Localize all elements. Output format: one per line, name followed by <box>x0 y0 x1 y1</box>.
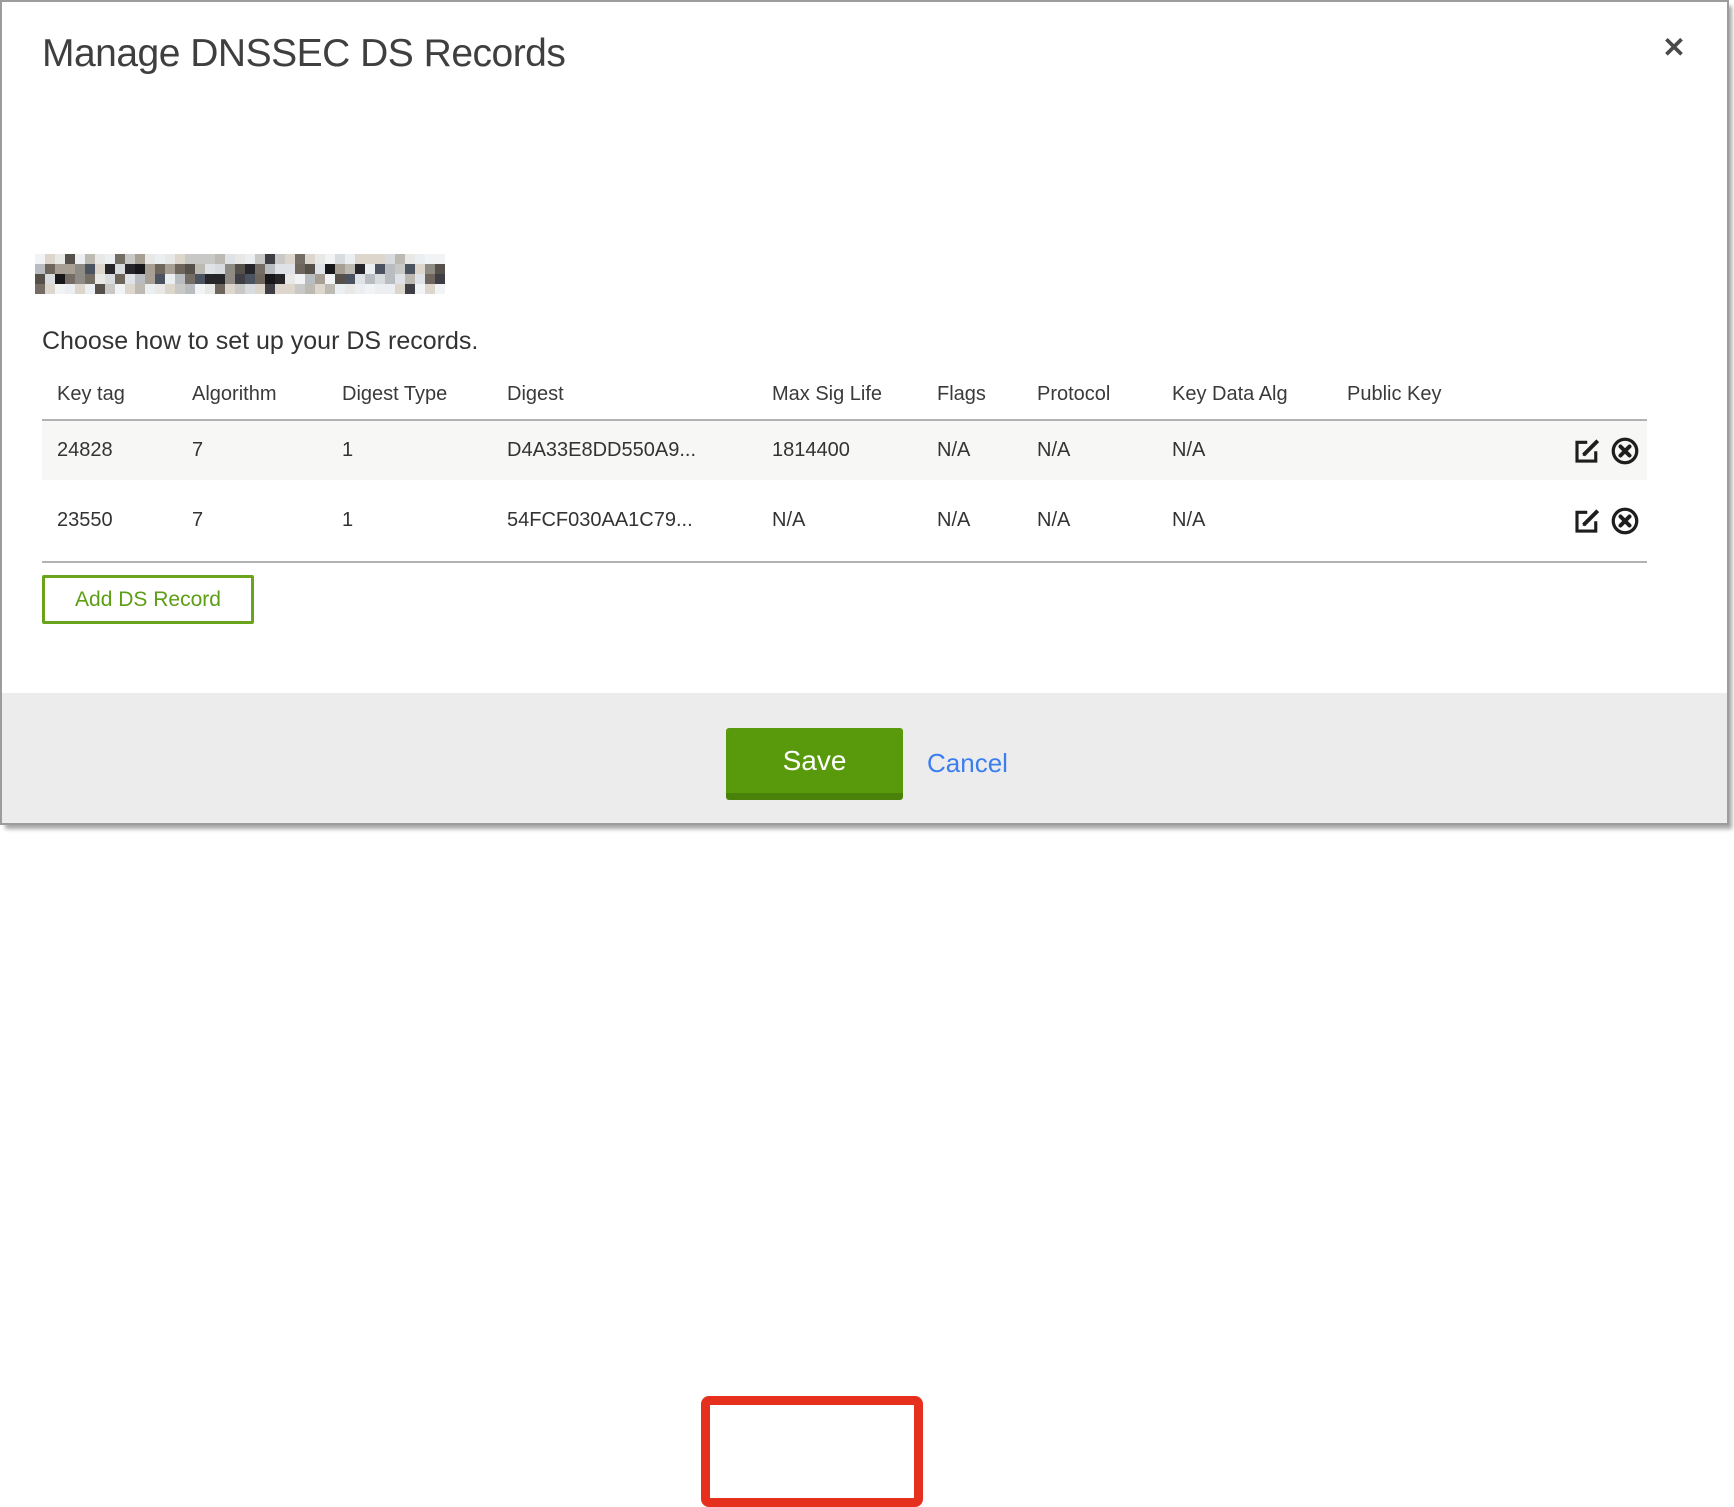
delete-icon <box>1610 436 1640 466</box>
cell-key-tag: 24828 <box>42 420 177 480</box>
cancel-link[interactable]: Cancel <box>927 748 1008 779</box>
table-header-row: Key tag Algorithm Digest Type Digest Max… <box>42 370 1647 420</box>
dialog-title: Manage DNSSEC DS Records <box>42 32 565 76</box>
cell-key-tag: 23550 <box>42 480 177 562</box>
col-header-protocol: Protocol <box>1022 370 1157 420</box>
cell-public-key <box>1332 420 1497 480</box>
redacted-domain <box>35 254 445 294</box>
col-header-flags: Flags <box>922 370 1022 420</box>
col-header-algorithm: Algorithm <box>177 370 327 420</box>
save-button[interactable]: Save <box>726 728 903 800</box>
col-header-public-key: Public Key <box>1332 370 1497 420</box>
edit-icon <box>1572 506 1602 536</box>
cell-max-sig-life: 1814400 <box>757 420 922 480</box>
cell-public-key <box>1332 480 1497 562</box>
cell-key-data-alg: N/A <box>1157 420 1332 480</box>
close-icon[interactable]: ✕ <box>1652 26 1696 70</box>
cell-protocol: N/A <box>1022 420 1157 480</box>
edit-record-button[interactable] <box>1572 506 1602 536</box>
cell-max-sig-life: N/A <box>757 480 922 562</box>
add-ds-record-button[interactable]: Add DS Record <box>42 575 254 624</box>
col-header-digest: Digest <box>492 370 757 420</box>
table-row: 23550 7 1 54FCF030AA1C79... N/A N/A N/A … <box>42 480 1647 562</box>
cell-flags: N/A <box>922 420 1022 480</box>
manage-dnssec-dialog: Manage DNSSEC DS Records ✕ Choose how to… <box>0 0 1729 825</box>
delete-record-button[interactable] <box>1610 506 1640 536</box>
col-header-digest-type: Digest Type <box>327 370 492 420</box>
edit-icon <box>1572 436 1602 466</box>
cell-digest-type: 1 <box>327 480 492 562</box>
col-header-key-tag: Key tag <box>42 370 177 420</box>
cell-algorithm: 7 <box>177 420 327 480</box>
cell-flags: N/A <box>922 480 1022 562</box>
col-header-max-sig-life: Max Sig Life <box>757 370 922 420</box>
edit-record-button[interactable] <box>1572 436 1602 466</box>
table-row: 24828 7 1 D4A33E8DD550A9... 1814400 N/A … <box>42 420 1647 480</box>
cell-protocol: N/A <box>1022 480 1157 562</box>
cell-digest: D4A33E8DD550A9... <box>492 420 757 480</box>
col-header-actions <box>1497 370 1647 420</box>
col-header-key-data-alg: Key Data Alg <box>1157 370 1332 420</box>
cell-digest: 54FCF030AA1C79... <box>492 480 757 562</box>
red-highlight-annotation <box>701 1396 923 1507</box>
cell-digest-type: 1 <box>327 420 492 480</box>
ds-records-table: Key tag Algorithm Digest Type Digest Max… <box>42 370 1647 563</box>
cell-key-data-alg: N/A <box>1157 480 1332 562</box>
cell-algorithm: 7 <box>177 480 327 562</box>
delete-record-button[interactable] <box>1610 436 1640 466</box>
instruction-text: Choose how to set up your DS records. <box>42 327 478 356</box>
delete-icon <box>1610 506 1640 536</box>
